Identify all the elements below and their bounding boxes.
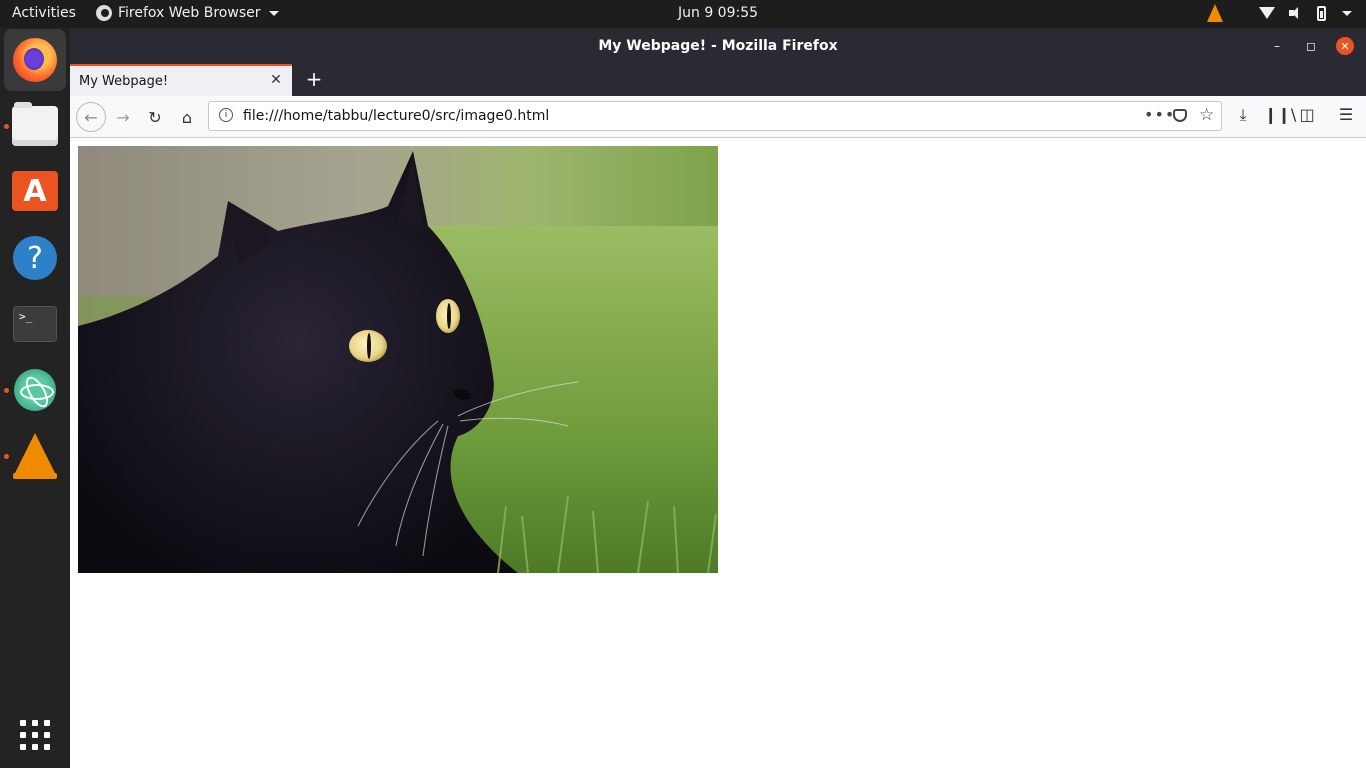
dock: A ? >_	[0, 28, 70, 768]
firefox-window: My Webpage! - Mozilla Firefox – ◻ ✕ My W…	[70, 28, 1366, 768]
dock-vlc[interactable]	[4, 422, 66, 484]
tab-my-webpage[interactable]: My Webpage! ✕	[70, 64, 292, 96]
url-bar[interactable]: i file:///home/tabbu/lecture0/src/image0…	[208, 101, 1222, 131]
clock[interactable]: Jun 9 09:55	[678, 5, 758, 21]
sidebar-icon[interactable]: ◫	[1296, 105, 1318, 127]
url-text[interactable]: file:///home/tabbu/lecture0/src/image0.h…	[243, 108, 549, 124]
hamburger-menu-icon[interactable]: ☰	[1335, 105, 1357, 127]
app-grid-icon	[20, 720, 50, 750]
dock-atom[interactable]	[4, 359, 66, 421]
maximize-button[interactable]: ◻	[1302, 37, 1320, 55]
help-icon: ?	[13, 236, 57, 280]
atom-icon	[14, 369, 56, 411]
navigation-toolbar: ← → ↻ ⌂ i file:///home/tabbu/lecture0/sr…	[70, 96, 1366, 138]
forward-button[interactable]: →	[110, 104, 136, 130]
bookmark-star-icon[interactable]: ☆	[1199, 105, 1214, 125]
app-menu[interactable]: Firefox Web Browser	[96, 5, 279, 21]
system-tray[interactable]	[1207, 4, 1352, 22]
window-title: My Webpage! - Mozilla Firefox	[598, 38, 838, 54]
show-applications-button[interactable]	[4, 704, 66, 766]
dock-terminal[interactable]: >_	[4, 293, 66, 355]
files-icon	[12, 102, 58, 146]
battery-icon	[1317, 5, 1326, 21]
pocket-icon[interactable]	[1173, 109, 1187, 122]
close-window-button[interactable]: ✕	[1336, 37, 1354, 55]
chevron-down-icon	[268, 10, 279, 16]
page-actions-icon[interactable]: •••	[1144, 105, 1175, 124]
vlc-icon	[13, 433, 57, 479]
dock-files[interactable]	[4, 95, 66, 157]
firefox-icon	[96, 5, 112, 21]
downloads-icon[interactable]: ⤓	[1232, 105, 1254, 127]
tab-label: My Webpage!	[79, 74, 169, 89]
dock-ubuntu-software[interactable]: A	[4, 160, 66, 222]
terminal-icon: >_	[13, 306, 57, 342]
volume-icon	[1289, 6, 1303, 20]
back-button[interactable]: ←	[76, 102, 106, 132]
activities-button[interactable]: Activities	[12, 5, 76, 21]
library-icon[interactable]: ❙❙\	[1264, 105, 1296, 127]
close-tab-icon[interactable]: ✕	[268, 72, 284, 88]
ubuntu-software-icon: A	[12, 171, 58, 211]
firefox-icon	[13, 38, 57, 82]
gnome-top-bar: Activities Firefox Web Browser Jun 9 09:…	[0, 0, 1366, 28]
cat-image	[78, 146, 718, 573]
window-titlebar[interactable]: My Webpage! - Mozilla Firefox – ◻ ✕	[70, 28, 1366, 64]
wifi-icon	[1259, 7, 1275, 19]
minimize-button[interactable]: –	[1268, 37, 1286, 55]
home-button[interactable]: ⌂	[174, 104, 200, 130]
vlc-tray-icon[interactable]	[1207, 4, 1223, 22]
tab-strip: My Webpage! ✕ +	[70, 64, 1366, 96]
chevron-down-icon[interactable]	[1342, 10, 1352, 16]
dock-firefox[interactable]	[4, 29, 66, 91]
page-content	[70, 138, 1366, 768]
site-info-icon[interactable]: i	[219, 108, 233, 122]
app-menu-label: Firefox Web Browser	[118, 5, 261, 21]
reload-button[interactable]: ↻	[142, 104, 168, 130]
new-tab-button[interactable]: +	[302, 68, 326, 92]
dock-help[interactable]: ?	[4, 227, 66, 289]
